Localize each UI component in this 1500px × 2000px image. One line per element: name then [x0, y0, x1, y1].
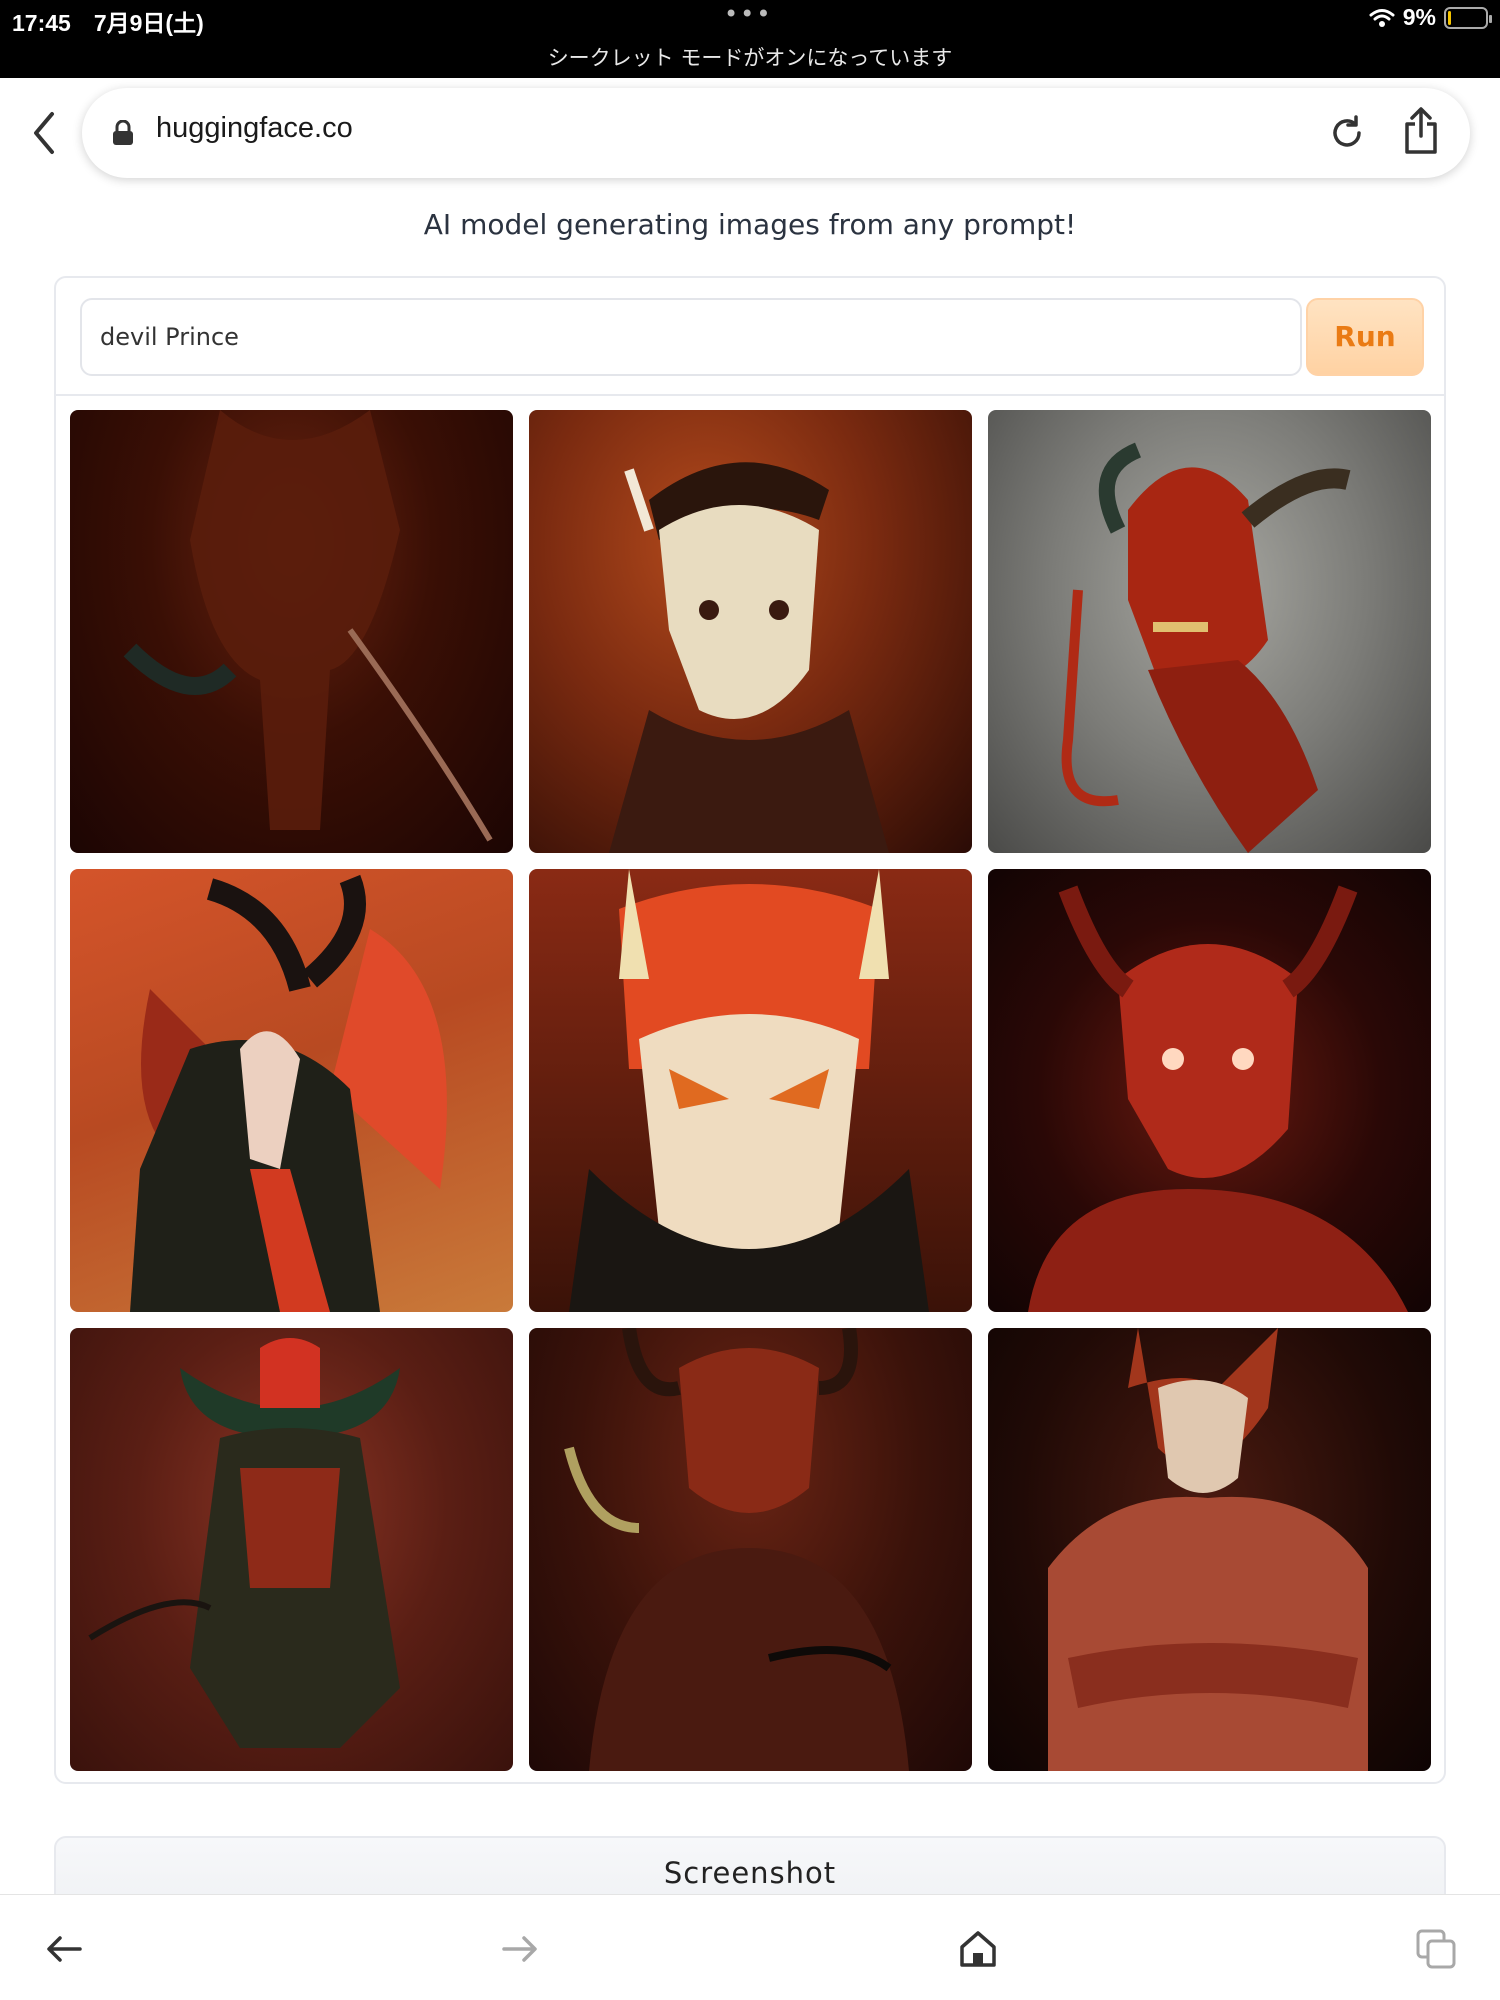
prompt-input[interactable]: devil Prince [80, 298, 1302, 376]
battery-percent: 9% [1402, 4, 1436, 30]
home-icon[interactable] [954, 1925, 1002, 1973]
forward-arrow-icon[interactable] [496, 1925, 544, 1973]
back-arrow-icon[interactable] [40, 1925, 88, 1973]
battery-fill [1448, 10, 1451, 25]
panel-divider [56, 394, 1444, 396]
devil-figure-shape [123, 410, 493, 842]
generated-image-1[interactable] [70, 410, 513, 853]
anime-devil-shape [569, 869, 929, 1312]
generated-image-4[interactable] [70, 869, 513, 1312]
tabs-icon[interactable] [1412, 1925, 1460, 1973]
shadow-devil-shape [564, 1328, 909, 1771]
status-bar: 17:45 7月9日(土) ••• シークレット モードがオンになっています 9… [0, 0, 1500, 78]
status-indicators: 9% [1369, 4, 1492, 31]
generated-image-3[interactable] [988, 410, 1431, 853]
url-text[interactable]: huggingface.co [156, 112, 353, 145]
generated-image-9[interactable] [988, 1328, 1431, 1771]
generated-image-6[interactable] [988, 869, 1431, 1312]
address-bar[interactable]: huggingface.co [82, 88, 1470, 178]
generated-image-2[interactable] [529, 410, 972, 853]
red-devil-shape [1061, 442, 1351, 853]
page-tagline: AI model generating images from any prom… [423, 208, 1077, 241]
private-mode-notice: シークレット モードがオンになっています [547, 46, 953, 70]
winged-devil-shape [130, 874, 447, 1312]
red-man-shape [1028, 885, 1408, 1312]
generated-image-5[interactable] [529, 869, 972, 1312]
screenshot-label: Screenshot [663, 1856, 837, 1890]
share-icon[interactable] [1402, 106, 1440, 156]
battery-icon [1444, 6, 1492, 29]
muscular-devil-shape [1048, 1328, 1368, 1771]
generated-image-7[interactable] [70, 1328, 513, 1771]
run-button[interactable]: Run [1306, 298, 1424, 376]
image-gallery [70, 410, 1432, 1772]
reload-icon[interactable] [1328, 114, 1366, 152]
horned-devil-shape [88, 1338, 400, 1748]
browser-toolbar [0, 1894, 1500, 2000]
vampire-face-shape [609, 462, 889, 853]
multitask-dots-icon[interactable]: ••• [724, 0, 772, 28]
back-chevron-icon[interactable] [24, 108, 64, 158]
lock-icon [113, 120, 133, 145]
generator-panel: devil Prince Run [54, 276, 1446, 1784]
status-time-date: 17:45 7月9日(土) [12, 10, 204, 36]
generated-image-8[interactable] [529, 1328, 972, 1771]
wifi-icon [1369, 8, 1395, 27]
